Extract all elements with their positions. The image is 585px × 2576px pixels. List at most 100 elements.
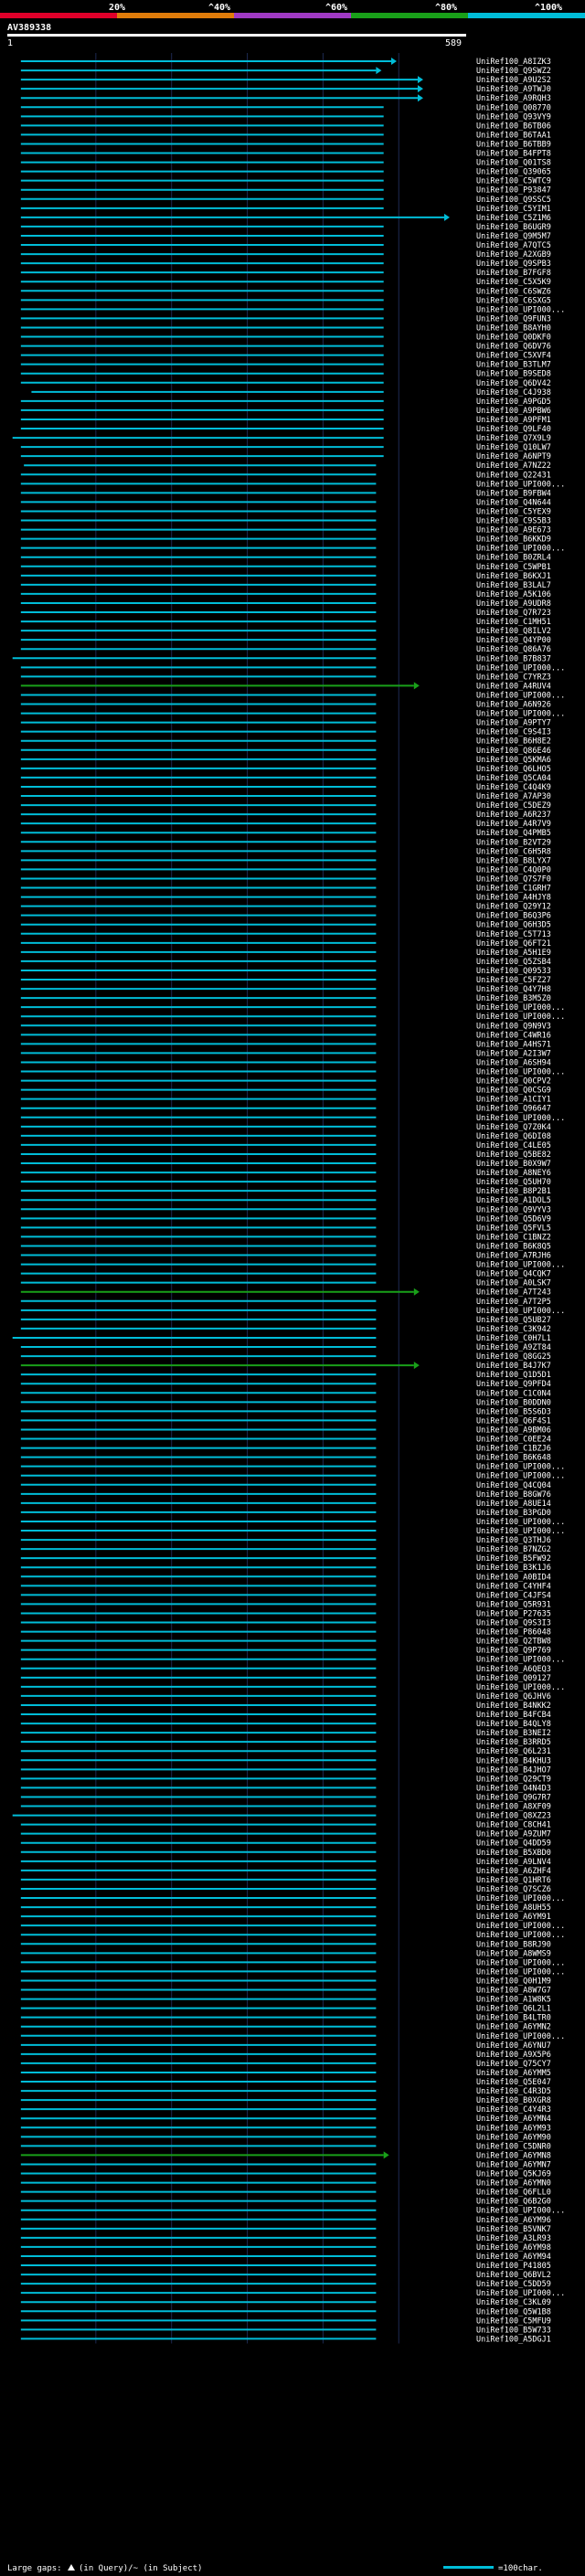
hit-label[interactable]: UniRef100_Q1D5D1 xyxy=(476,1371,551,1380)
hit-label[interactable]: UniRef100_B0XGR8 xyxy=(476,2096,551,2105)
hit-label[interactable]: UniRef100_Q09127 xyxy=(476,1674,551,1683)
hit-label[interactable]: UniRef100_UPI000... xyxy=(476,710,565,719)
hit-label[interactable]: UniRef100_Q5E047 xyxy=(476,2078,551,2087)
hit-label[interactable]: UniRef100_B3RRD5 xyxy=(476,1738,551,1747)
hit-label[interactable]: UniRef100_Q6B2G0 xyxy=(476,2198,551,2207)
hit-label[interactable]: UniRef100_Q9P769 xyxy=(476,1647,551,1656)
hit-label[interactable]: UniRef100_Q93VY9 xyxy=(476,112,551,122)
hit-label[interactable]: UniRef100_Q0DKF0 xyxy=(476,334,551,343)
hit-label[interactable]: UniRef100_C6SWZ6 xyxy=(476,287,551,296)
hit-label[interactable]: UniRef100_B3M5Z0 xyxy=(476,994,551,1003)
hit-label[interactable]: UniRef100_A9PTY7 xyxy=(476,719,551,728)
hit-label[interactable]: UniRef100_A6YM93 xyxy=(476,2124,551,2133)
hit-label[interactable]: UniRef100_A6YM96 xyxy=(476,2216,551,2225)
hit-label[interactable]: UniRef100_Q6FT21 xyxy=(476,939,551,949)
hit-label[interactable]: UniRef100_B5S6D3 xyxy=(476,1407,551,1416)
hit-label[interactable]: UniRef100_Q0H1M9 xyxy=(476,1977,551,1986)
hit-label[interactable]: UniRef100_A2XGB9 xyxy=(476,250,551,260)
hit-label[interactable]: UniRef100_Q5ZSB4 xyxy=(476,958,551,967)
hit-label[interactable]: UniRef100_P27635 xyxy=(476,1609,551,1618)
hit-label[interactable]: UniRef100_Q7SCZ6 xyxy=(476,1885,551,1894)
hit-label[interactable]: UniRef100_UPI000... xyxy=(476,1003,565,1012)
hit-label[interactable]: UniRef100_A6YNU7 xyxy=(476,2041,551,2051)
hit-label[interactable]: UniRef100_A7T2P5 xyxy=(476,1298,551,1307)
hit-label[interactable]: UniRef100_B6TBB9 xyxy=(476,140,551,149)
hit-label[interactable]: UniRef100_Q8XZ23 xyxy=(476,1812,551,1821)
hit-label[interactable]: UniRef100_B4QLY8 xyxy=(476,1720,551,1729)
hit-label[interactable]: UniRef100_B2VT29 xyxy=(476,838,551,847)
hit-label[interactable]: UniRef100_Q7Z0K4 xyxy=(476,1123,551,1132)
hit-label[interactable]: UniRef100_Q9VYV3 xyxy=(476,1205,551,1214)
hit-label[interactable]: UniRef100_UPI000... xyxy=(476,1472,565,1481)
hit-label[interactable]: UniRef100_C5MFU9 xyxy=(476,2316,551,2326)
hit-label[interactable]: UniRef100_Q9SWZ2 xyxy=(476,67,551,76)
hit-label[interactable]: UniRef100_P93847 xyxy=(476,186,551,196)
hit-label[interactable]: UniRef100_UPI000... xyxy=(476,691,565,700)
hit-label[interactable]: UniRef100_Q8GG25 xyxy=(476,1352,551,1362)
hit-label[interactable]: UniRef100_B6TAA1 xyxy=(476,131,551,140)
hit-label[interactable]: UniRef100_Q39065 xyxy=(476,168,551,177)
hit-label[interactable]: UniRef100_Q6H3D5 xyxy=(476,921,551,930)
hit-label[interactable]: UniRef100_A6YMM5 xyxy=(476,2069,551,2078)
hit-label[interactable]: UniRef100_UPI000... xyxy=(476,1261,565,1270)
hit-label[interactable]: UniRef100_Q09533 xyxy=(476,967,551,976)
hit-label[interactable]: UniRef100_Q6L2L1 xyxy=(476,2005,551,2014)
hit-label[interactable]: UniRef100_Q5KMA6 xyxy=(476,756,551,765)
hit-label[interactable]: UniRef100_UPI000... xyxy=(476,1068,565,1077)
hit-label[interactable]: UniRef100_Q2TBW8 xyxy=(476,1638,551,1647)
hit-label[interactable]: UniRef100_A6SH94 xyxy=(476,1058,551,1067)
hit-label[interactable]: UniRef100_Q5UH70 xyxy=(476,1178,551,1187)
hit-label[interactable]: UniRef100_A5DGJ1 xyxy=(476,2335,551,2344)
hit-label[interactable]: UniRef100_A8UE14 xyxy=(476,1500,551,1509)
hit-label[interactable]: UniRef100_UPI000... xyxy=(476,1463,565,1472)
hit-label[interactable]: UniRef100_A6ZHF4 xyxy=(476,1867,551,1876)
hit-label[interactable]: UniRef100_Q4Y7H8 xyxy=(476,985,551,994)
hit-label[interactable]: UniRef100_A6QEQ3 xyxy=(476,1665,551,1674)
hit-label[interactable]: UniRef100_P86048 xyxy=(476,1628,551,1638)
hit-label[interactable]: UniRef100_UPI000... xyxy=(476,2207,565,2216)
hit-label[interactable]: UniRef100_C4LE05 xyxy=(476,1141,551,1150)
hit-label[interactable]: UniRef100_O4N4D3 xyxy=(476,1784,551,1793)
hit-label[interactable]: UniRef100_C3K942 xyxy=(476,1325,551,1334)
hit-label[interactable]: UniRef100_UPI000... xyxy=(476,1114,565,1123)
hit-label[interactable]: UniRef100_A9PGD5 xyxy=(476,398,551,407)
hit-label[interactable]: UniRef100_B0DDN0 xyxy=(476,1398,551,1407)
hit-label[interactable]: UniRef100_C5T713 xyxy=(476,930,551,939)
hit-label[interactable]: UniRef100_A6YM94 xyxy=(476,2253,551,2262)
hit-label[interactable]: UniRef100_Q86A76 xyxy=(476,645,551,654)
hit-label[interactable]: UniRef100_A4HS71 xyxy=(476,1040,551,1049)
hit-label[interactable]: UniRef100_UPI000... xyxy=(476,1958,565,1967)
hit-label[interactable]: UniRef100_C4WR16 xyxy=(476,1031,551,1040)
hit-label[interactable]: UniRef100_A7RJH6 xyxy=(476,1252,551,1261)
hit-label[interactable]: UniRef100_A5K106 xyxy=(476,590,551,599)
hit-label[interactable]: UniRef100_A2I3W7 xyxy=(476,1049,551,1058)
hit-label[interactable]: UniRef100_B8LYX7 xyxy=(476,856,551,865)
hit-label[interactable]: UniRef100_Q7S7F0 xyxy=(476,875,551,884)
hit-label[interactable]: UniRef100_A6N926 xyxy=(476,701,551,710)
hit-label[interactable]: UniRef100_Q9FUN3 xyxy=(476,314,551,323)
hit-label[interactable]: UniRef100_A3LR93 xyxy=(476,2234,551,2243)
hit-label[interactable]: UniRef100_C4JFS4 xyxy=(476,1591,551,1600)
hit-label[interactable]: UniRef100_B9SED8 xyxy=(476,370,551,379)
hit-label[interactable]: UniRef100_A6YMN7 xyxy=(476,2160,551,2169)
hit-label[interactable]: UniRef100_Q10LW7 xyxy=(476,443,551,452)
hit-label[interactable]: UniRef100_B4JHO7 xyxy=(476,1765,551,1775)
hit-label[interactable]: UniRef100_Q6FLL0 xyxy=(476,2189,551,2198)
hit-label[interactable]: UniRef100_Q9SPB3 xyxy=(476,260,551,269)
hit-label[interactable]: UniRef100_A9ZUM7 xyxy=(476,1830,551,1839)
hit-label[interactable]: UniRef100_UPI000... xyxy=(476,1307,565,1316)
hit-label[interactable]: UniRef100_A4RUV4 xyxy=(476,682,551,691)
hit-label[interactable]: UniRef100_A7QTC5 xyxy=(476,241,551,250)
hit-label[interactable]: UniRef100_Q5CA04 xyxy=(476,774,551,783)
hit-label[interactable]: UniRef100_B4FPT8 xyxy=(476,150,551,159)
hit-label[interactable]: UniRef100_Q7X9L9 xyxy=(476,434,551,443)
hit-label[interactable]: UniRef100_A6YM91 xyxy=(476,1913,551,1922)
hit-label[interactable]: UniRef100_B9FBW4 xyxy=(476,489,551,498)
hit-label[interactable]: UniRef100_Q75CY7 xyxy=(476,2060,551,2069)
hit-label[interactable]: UniRef100_UPI000... xyxy=(476,1656,565,1665)
hit-label[interactable]: UniRef100_B3K1J6 xyxy=(476,1564,551,1573)
hit-label[interactable]: UniRef100_B8GW76 xyxy=(476,1490,551,1500)
hit-label[interactable]: UniRef100_Q9LF40 xyxy=(476,425,551,434)
hit-label[interactable]: UniRef100_Q6LHO5 xyxy=(476,765,551,774)
hit-label[interactable]: UniRef100_Q6DV42 xyxy=(476,379,551,388)
